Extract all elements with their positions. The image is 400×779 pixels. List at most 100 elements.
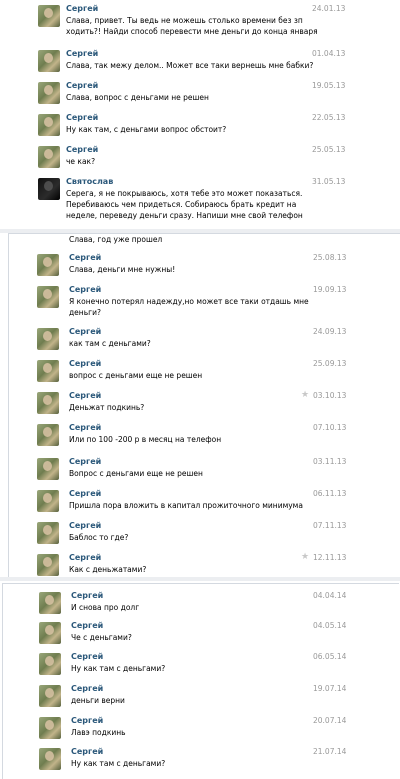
message-item[interactable]: Сергей 03.11.13 Вопрос с деньгами еще не р… bbox=[9, 456, 400, 481]
message-item[interactable]: Сергей 03.10.13 ★ Деньжат подкинь? bbox=[9, 390, 400, 415]
message-item[interactable]: Сергей 24.09.13 как там с деньгами? bbox=[9, 326, 400, 351]
avatar[interactable] bbox=[37, 328, 59, 350]
message-item[interactable]: Сергей 07.11.13 Баблос то где? bbox=[9, 520, 400, 545]
message-panel-2014: Сергей 04.04.14 И снова про долг Сергей 04.0… bbox=[2, 583, 399, 779]
message-date: 03.10.13 bbox=[313, 391, 347, 400]
message-date: 06.11.13 bbox=[313, 489, 347, 498]
message-text: Слава, вопрос с деньгами не решен bbox=[66, 93, 209, 102]
sender-name-link[interactable]: Сергей bbox=[66, 4, 98, 13]
sender-name-link[interactable]: Сергей bbox=[66, 113, 98, 122]
sender-name-link[interactable]: Сергей bbox=[71, 716, 103, 725]
avatar[interactable] bbox=[39, 685, 61, 707]
message-item[interactable]: Сергей 20.07.14 Лавэ подкинь bbox=[3, 715, 399, 740]
message-text: Че с деньгами? bbox=[71, 633, 132, 642]
message-date: 04.05.14 bbox=[313, 621, 347, 630]
message-item[interactable]: Сергей 19.09.13 Я конечно потерял надежду,… bbox=[9, 284, 400, 320]
message-text: Серега, я не покрываюсь, хотя тебе это м… bbox=[66, 189, 303, 198]
message-text: Баблос то где? bbox=[69, 533, 129, 542]
message-date: 01.04.13 bbox=[312, 49, 346, 58]
sender-name-link[interactable]: Сергей bbox=[71, 652, 103, 661]
message-text: Слава, привет. Ты ведь не можешь столько… bbox=[66, 16, 303, 25]
avatar[interactable] bbox=[38, 50, 60, 72]
avatar[interactable] bbox=[37, 522, 59, 544]
message-text: Слава, деньги мне нужны! bbox=[69, 265, 176, 274]
message-item[interactable]: Сергей 22.05.13 Ну как там, с деньгами воп… bbox=[0, 112, 398, 137]
message-item[interactable]: Святослав 31.05.13 Серега, я не покрываюсь… bbox=[0, 176, 398, 223]
sender-name-link[interactable]: Сергей bbox=[69, 423, 101, 432]
sender-name-link[interactable]: Сергей bbox=[71, 747, 103, 756]
message-item[interactable]: Сергей 25.09.13 вопрос с деньгами еще не р… bbox=[9, 358, 400, 383]
avatar[interactable] bbox=[38, 178, 60, 200]
avatar[interactable] bbox=[37, 458, 59, 480]
sender-name-link[interactable]: Сергей bbox=[69, 359, 101, 368]
message-text: деньги? bbox=[69, 308, 101, 317]
avatar[interactable] bbox=[37, 554, 59, 576]
sender-name-link[interactable]: Сергей bbox=[71, 684, 103, 693]
sender-name-link[interactable]: Сергей bbox=[69, 553, 101, 562]
message-item[interactable]: Сергей 19.05.13 Слава, вопрос с деньгами н… bbox=[0, 80, 398, 105]
sender-name-link[interactable]: Сергей bbox=[71, 621, 103, 630]
message-text: Пришла пора вложить в капитал прожиточно… bbox=[69, 501, 303, 510]
message-date: 25.09.13 bbox=[313, 359, 347, 368]
sender-name-link[interactable]: Сергей bbox=[69, 457, 101, 466]
message-text: Ну как там, с деньгами вопрос обстоит? bbox=[66, 125, 227, 134]
message-text: Ну как там с деньгами? bbox=[71, 664, 166, 673]
avatar[interactable] bbox=[37, 490, 59, 512]
message-item[interactable]: Сергей 21.07.14 Ну как там с деньгами? bbox=[3, 746, 399, 771]
sender-name-link[interactable]: Сергей bbox=[69, 327, 101, 336]
sender-name-link[interactable]: Сергей bbox=[66, 81, 98, 90]
avatar[interactable] bbox=[38, 146, 60, 168]
message-date: 07.11.13 bbox=[313, 521, 347, 530]
message-text: Лавэ подкинь bbox=[71, 728, 126, 737]
message-text: Вопрос с деньгами еще не решен bbox=[69, 469, 203, 478]
sender-name-link[interactable]: Сергей bbox=[66, 145, 98, 154]
screenshot-separator bbox=[0, 577, 400, 581]
message-date: 25.05.13 bbox=[312, 145, 346, 154]
sender-name-link[interactable]: Сергей bbox=[69, 285, 101, 294]
avatar[interactable] bbox=[39, 717, 61, 739]
sender-name-link[interactable]: Сергей bbox=[69, 253, 101, 262]
avatar[interactable] bbox=[38, 114, 60, 136]
message-item[interactable]: Сергей 06.11.13 Пришла пора вложить в капи… bbox=[9, 488, 400, 513]
sender-name-link[interactable]: Сергей bbox=[69, 391, 101, 400]
star-icon[interactable]: ★ bbox=[301, 552, 309, 562]
message-date: 31.05.13 bbox=[312, 177, 346, 186]
message-date: 03.11.13 bbox=[313, 457, 347, 466]
message-item[interactable]: Сергей 19.07.14 деньги верни bbox=[3, 683, 399, 708]
avatar[interactable] bbox=[39, 622, 61, 644]
message-date: 22.05.13 bbox=[312, 113, 346, 122]
avatar[interactable] bbox=[37, 424, 59, 446]
sender-name-link[interactable]: Сергей bbox=[71, 591, 103, 600]
sender-name-link[interactable]: Сергей bbox=[69, 521, 101, 530]
avatar[interactable] bbox=[37, 254, 59, 276]
message-item[interactable]: Сергей 07.10.13 Или по 100 -200 р в месяц … bbox=[9, 422, 400, 447]
avatar[interactable] bbox=[37, 360, 59, 382]
message-item[interactable]: Сергей 01.04.13 Слава, так межу делом.. Мо… bbox=[0, 48, 398, 73]
message-text: Деньжат подкинь? bbox=[69, 403, 145, 412]
sender-name-link[interactable]: Сергей bbox=[69, 489, 101, 498]
message-item[interactable]: Сергей 25.05.13 че как? bbox=[0, 144, 398, 169]
message-date: 06.05.14 bbox=[313, 652, 347, 661]
avatar[interactable] bbox=[39, 748, 61, 770]
avatar[interactable] bbox=[37, 392, 59, 414]
message-item[interactable]: Сергей 12.11.13 ★ Как с деньжатами? bbox=[9, 552, 400, 577]
message-item[interactable]: Сергей 25.08.13 Слава, деньги мне нужны! bbox=[9, 252, 400, 277]
star-icon[interactable]: ★ bbox=[301, 390, 309, 400]
message-date: 19.05.13 bbox=[312, 81, 346, 90]
message-item[interactable]: Сергей 04.04.14 И снова про долг bbox=[3, 590, 399, 615]
message-text: Как с деньжатами? bbox=[69, 565, 147, 574]
message-item[interactable]: Сергей 24.01.13 Слава, привет. Ты ведь не … bbox=[0, 3, 398, 39]
avatar[interactable] bbox=[38, 82, 60, 104]
sender-name-link[interactable]: Святослав bbox=[66, 177, 113, 186]
avatar[interactable] bbox=[39, 653, 61, 675]
message-date: 21.07.14 bbox=[313, 747, 347, 756]
message-panel-2013-late: Слава, год уже прошел Сергей 25.08.13 Слав… bbox=[8, 233, 400, 578]
avatar[interactable] bbox=[37, 286, 59, 308]
message-item[interactable]: Сергей 06.05.14 Ну как там с деньгами? bbox=[3, 651, 399, 676]
avatar[interactable] bbox=[38, 5, 60, 27]
sender-name-link[interactable]: Сергей bbox=[66, 49, 98, 58]
message-item[interactable]: Сергей 04.05.14 Че с деньгами? bbox=[3, 620, 399, 645]
avatar[interactable] bbox=[39, 592, 61, 614]
message-text: деньги верни bbox=[71, 696, 125, 705]
message-date: 24.09.13 bbox=[313, 327, 347, 336]
